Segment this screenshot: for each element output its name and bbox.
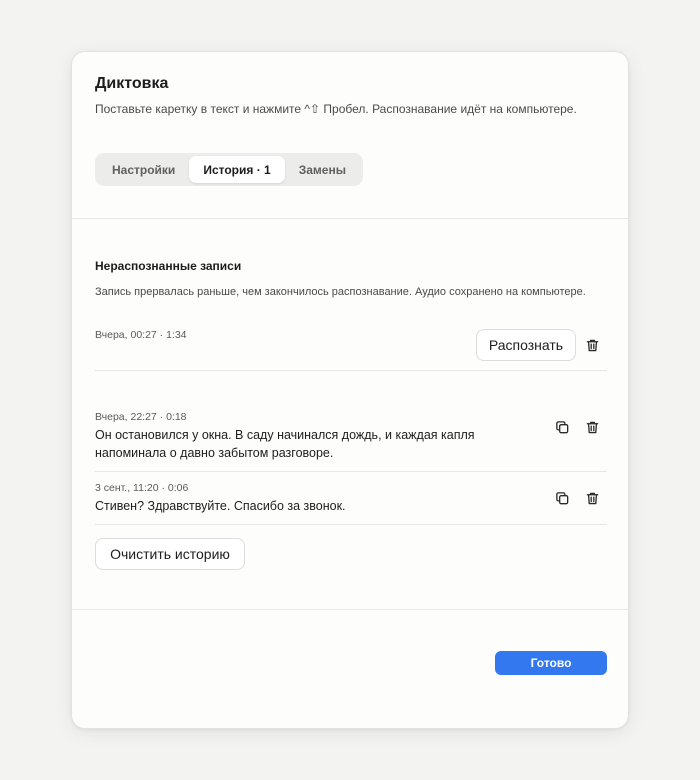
entry-divider bbox=[95, 471, 607, 472]
history-entry-text: Он остановился у окна. В саду начинался … bbox=[95, 428, 475, 460]
unrecognized-section-title: Нераспознанные записи bbox=[95, 259, 242, 273]
tab-replacements[interactable]: Замены bbox=[285, 156, 360, 183]
tab-history[interactable]: История · 1 bbox=[189, 156, 285, 183]
header-divider bbox=[72, 218, 628, 219]
history-entry-meta: Вчера, 22:27 · 0:18 bbox=[95, 411, 187, 423]
section-divider bbox=[95, 370, 607, 371]
unrecognized-section-description: Запись прервалась раньше, чем закончилос… bbox=[95, 286, 586, 298]
trash-icon[interactable] bbox=[581, 416, 603, 438]
dialog-subtitle: Поставьте каретку в текст и нажмите ^⇧ П… bbox=[95, 102, 577, 116]
dialog-title: Диктовка bbox=[95, 75, 169, 92]
clear-history-button[interactable]: Очистить историю bbox=[95, 538, 245, 570]
tab-settings[interactable]: Настройки bbox=[98, 156, 189, 183]
history-entry-text: Стивен? Здравствуйте. Спасибо за звонок. bbox=[95, 499, 346, 513]
dictation-dialog: Диктовка Поставьте каретку в текст и наж… bbox=[71, 51, 629, 729]
copy-icon[interactable] bbox=[551, 416, 573, 438]
history-entry-meta: 3 сент., 11:20 · 0:06 bbox=[95, 482, 189, 494]
unrecognized-item-meta: Вчера, 00:27 · 1:34 bbox=[95, 329, 187, 341]
entry-divider bbox=[95, 524, 607, 525]
recognize-button[interactable]: Распознать bbox=[476, 329, 576, 361]
footer-divider bbox=[72, 609, 628, 610]
copy-icon[interactable] bbox=[551, 487, 573, 509]
trash-icon[interactable] bbox=[581, 334, 603, 356]
tab-bar: Настройки История · 1 Замены bbox=[95, 153, 363, 186]
done-button[interactable]: Готово bbox=[495, 651, 607, 675]
trash-icon[interactable] bbox=[581, 487, 603, 509]
